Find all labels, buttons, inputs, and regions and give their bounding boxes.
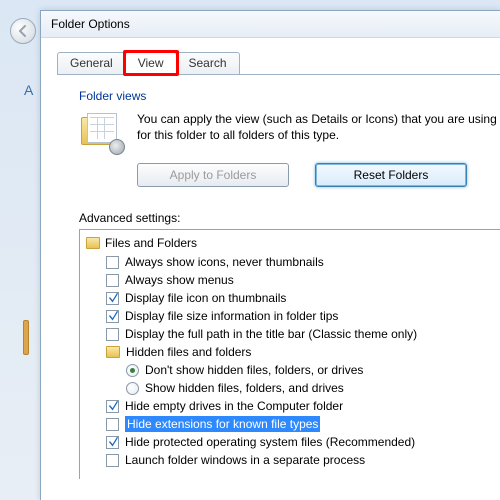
folder-icon	[86, 237, 100, 249]
radio[interactable]	[126, 364, 139, 377]
tab-general[interactable]: General	[57, 52, 126, 75]
advanced-settings-label: Advanced settings:	[79, 211, 500, 225]
advanced-settings-tree[interactable]: Files and Folders Always show icons, nev…	[79, 229, 500, 479]
folder-options-dialog: Folder Options General View Search Folde…	[40, 10, 500, 500]
tree-root-label: Files and Folders	[105, 236, 197, 250]
tree-item[interactable]: Don't show hidden files, folders, or dri…	[126, 361, 496, 379]
folder-views-heading: Folder views	[79, 89, 500, 103]
tree-item-hide-extensions[interactable]: Hide extensions for known file types	[106, 415, 496, 433]
apply-to-folders-button: Apply to Folders	[137, 163, 289, 187]
background-bar	[23, 320, 29, 355]
back-button[interactable]	[10, 18, 36, 44]
tree-item[interactable]: Display the full path in the title bar (…	[106, 325, 496, 343]
tree-item-label: Always show icons, never thumbnails	[125, 254, 324, 270]
dialog-title: Folder Options	[41, 11, 500, 38]
checkbox[interactable]	[106, 256, 119, 269]
checkbox[interactable]	[106, 292, 119, 305]
tree-item-label: Hidden files and folders	[126, 344, 251, 360]
tree-item[interactable]: Hide protected operating system files (R…	[106, 433, 496, 451]
tree-item-label: Hide extensions for known file types	[125, 416, 320, 432]
radio[interactable]	[126, 382, 139, 395]
tree-item-label: Display file size information in folder …	[125, 308, 338, 324]
tab-view-label: View	[138, 56, 164, 70]
checkbox[interactable]	[106, 436, 119, 449]
tree-item[interactable]: Display file size information in folder …	[106, 307, 496, 325]
tree-item[interactable]: Always show icons, never thumbnails	[106, 253, 496, 271]
tree-root-files-folders[interactable]: Files and Folders	[86, 236, 496, 250]
tree-item-label: Don't show hidden files, folders, or dri…	[145, 362, 363, 378]
folder-views-description: You can apply the view (such as Details …	[137, 109, 500, 143]
tree-item-hidden-folder[interactable]: Hidden files and folders	[106, 343, 496, 361]
tree-item-label: Display the full path in the title bar (…	[125, 326, 417, 342]
checkbox[interactable]	[106, 400, 119, 413]
tree-item-label: Hide protected operating system files (R…	[125, 434, 415, 450]
background-letter: A	[24, 82, 33, 98]
checkbox[interactable]	[106, 418, 119, 431]
reset-folders-button[interactable]: Reset Folders	[315, 163, 467, 187]
arrow-left-icon	[17, 25, 29, 37]
tree-item[interactable]: Display file icon on thumbnails	[106, 289, 496, 307]
view-tab-panel: Folder views You can apply the view (suc…	[57, 74, 500, 479]
tab-strip: General View Search	[57, 52, 500, 75]
checkbox[interactable]	[106, 274, 119, 287]
checkbox[interactable]	[106, 328, 119, 341]
folder-views-icon	[79, 113, 123, 153]
tab-view[interactable]: View	[125, 52, 177, 75]
tab-search[interactable]: Search	[176, 52, 240, 75]
tree-item-label: Display file icon on thumbnails	[125, 290, 286, 306]
gear-icon	[109, 139, 125, 155]
tree-item[interactable]: Show hidden files, folders, and drives	[126, 379, 496, 397]
tree-item[interactable]: Hide empty drives in the Computer folder	[106, 397, 496, 415]
checkbox[interactable]	[106, 454, 119, 467]
tree-item-label: Hide empty drives in the Computer folder	[125, 398, 343, 414]
folder-icon	[106, 346, 120, 358]
tree-item[interactable]: Launch folder windows in a separate proc…	[106, 451, 496, 469]
checkbox[interactable]	[106, 310, 119, 323]
tree-item-label: Launch folder windows in a separate proc…	[125, 452, 365, 468]
tree-item-label: Show hidden files, folders, and drives	[145, 380, 344, 396]
tree-item-label: Always show menus	[125, 272, 234, 288]
tree-item[interactable]: Always show menus	[106, 271, 496, 289]
